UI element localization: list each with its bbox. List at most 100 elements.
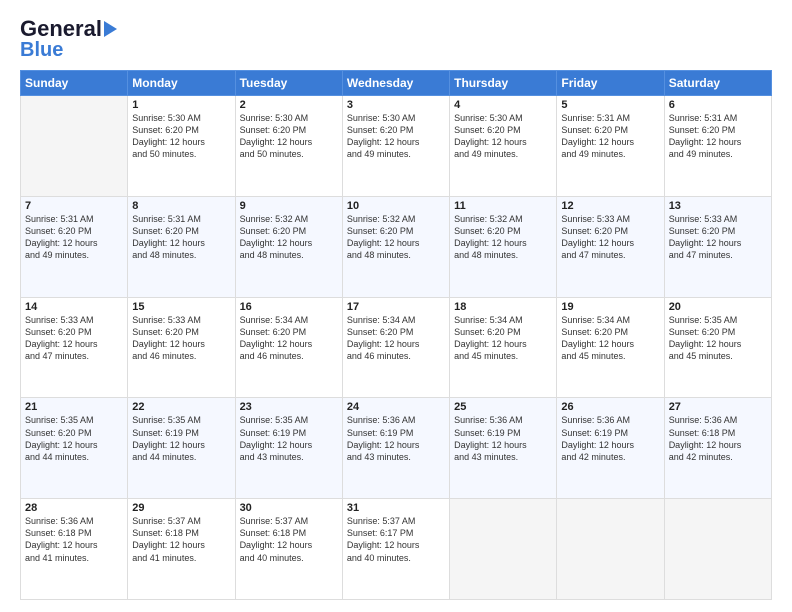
calendar-cell: 19Sunrise: 5:34 AM Sunset: 6:20 PM Dayli…: [557, 297, 664, 398]
day-info: Sunrise: 5:30 AM Sunset: 6:20 PM Dayligh…: [347, 112, 445, 161]
calendar-header-row: SundayMondayTuesdayWednesdayThursdayFrid…: [21, 71, 772, 96]
calendar-week-row: 1Sunrise: 5:30 AM Sunset: 6:20 PM Daylig…: [21, 96, 772, 197]
day-number: 29: [132, 502, 230, 514]
calendar-cell: [21, 96, 128, 197]
day-number: 16: [240, 301, 338, 313]
day-info: Sunrise: 5:32 AM Sunset: 6:20 PM Dayligh…: [240, 213, 338, 262]
day-number: 4: [454, 99, 552, 111]
day-number: 19: [561, 301, 659, 313]
day-info: Sunrise: 5:36 AM Sunset: 6:19 PM Dayligh…: [561, 414, 659, 463]
day-info: Sunrise: 5:37 AM Sunset: 6:18 PM Dayligh…: [240, 515, 338, 564]
calendar-cell: 7Sunrise: 5:31 AM Sunset: 6:20 PM Daylig…: [21, 196, 128, 297]
day-number: 11: [454, 200, 552, 212]
calendar-cell: 13Sunrise: 5:33 AM Sunset: 6:20 PM Dayli…: [664, 196, 771, 297]
day-number: 1: [132, 99, 230, 111]
day-info: Sunrise: 5:33 AM Sunset: 6:20 PM Dayligh…: [561, 213, 659, 262]
calendar-cell: 25Sunrise: 5:36 AM Sunset: 6:19 PM Dayli…: [450, 398, 557, 499]
day-info: Sunrise: 5:34 AM Sunset: 6:20 PM Dayligh…: [347, 314, 445, 363]
calendar-cell: 24Sunrise: 5:36 AM Sunset: 6:19 PM Dayli…: [342, 398, 449, 499]
day-info: Sunrise: 5:31 AM Sunset: 6:20 PM Dayligh…: [25, 213, 123, 262]
calendar-week-row: 7Sunrise: 5:31 AM Sunset: 6:20 PM Daylig…: [21, 196, 772, 297]
calendar-cell: 17Sunrise: 5:34 AM Sunset: 6:20 PM Dayli…: [342, 297, 449, 398]
day-info: Sunrise: 5:34 AM Sunset: 6:20 PM Dayligh…: [454, 314, 552, 363]
calendar-cell: 20Sunrise: 5:35 AM Sunset: 6:20 PM Dayli…: [664, 297, 771, 398]
calendar-cell: 31Sunrise: 5:37 AM Sunset: 6:17 PM Dayli…: [342, 499, 449, 600]
day-info: Sunrise: 5:36 AM Sunset: 6:18 PM Dayligh…: [25, 515, 123, 564]
calendar-cell: 27Sunrise: 5:36 AM Sunset: 6:18 PM Dayli…: [664, 398, 771, 499]
day-number: 6: [669, 99, 767, 111]
day-number: 21: [25, 401, 123, 413]
day-number: 22: [132, 401, 230, 413]
calendar-day-header: Saturday: [664, 71, 771, 96]
day-number: 24: [347, 401, 445, 413]
day-number: 14: [25, 301, 123, 313]
day-info: Sunrise: 5:31 AM Sunset: 6:20 PM Dayligh…: [561, 112, 659, 161]
day-number: 13: [669, 200, 767, 212]
day-number: 25: [454, 401, 552, 413]
day-number: 2: [240, 99, 338, 111]
day-info: Sunrise: 5:36 AM Sunset: 6:19 PM Dayligh…: [454, 414, 552, 463]
calendar-cell: 21Sunrise: 5:35 AM Sunset: 6:20 PM Dayli…: [21, 398, 128, 499]
calendar-cell: [557, 499, 664, 600]
day-number: 10: [347, 200, 445, 212]
day-info: Sunrise: 5:34 AM Sunset: 6:20 PM Dayligh…: [240, 314, 338, 363]
day-info: Sunrise: 5:31 AM Sunset: 6:20 PM Dayligh…: [132, 213, 230, 262]
calendar-cell: 1Sunrise: 5:30 AM Sunset: 6:20 PM Daylig…: [128, 96, 235, 197]
calendar-day-header: Sunday: [21, 71, 128, 96]
day-number: 23: [240, 401, 338, 413]
calendar-table: SundayMondayTuesdayWednesdayThursdayFrid…: [20, 70, 772, 600]
day-info: Sunrise: 5:35 AM Sunset: 6:20 PM Dayligh…: [25, 414, 123, 463]
day-number: 28: [25, 502, 123, 514]
calendar-day-header: Tuesday: [235, 71, 342, 96]
calendar-cell: 14Sunrise: 5:33 AM Sunset: 6:20 PM Dayli…: [21, 297, 128, 398]
day-info: Sunrise: 5:35 AM Sunset: 6:19 PM Dayligh…: [132, 414, 230, 463]
calendar-day-header: Thursday: [450, 71, 557, 96]
day-info: Sunrise: 5:35 AM Sunset: 6:19 PM Dayligh…: [240, 414, 338, 463]
day-number: 18: [454, 301, 552, 313]
day-number: 17: [347, 301, 445, 313]
day-info: Sunrise: 5:32 AM Sunset: 6:20 PM Dayligh…: [347, 213, 445, 262]
calendar-day-header: Wednesday: [342, 71, 449, 96]
calendar-week-row: 28Sunrise: 5:36 AM Sunset: 6:18 PM Dayli…: [21, 499, 772, 600]
calendar-cell: 28Sunrise: 5:36 AM Sunset: 6:18 PM Dayli…: [21, 499, 128, 600]
calendar-cell: 12Sunrise: 5:33 AM Sunset: 6:20 PM Dayli…: [557, 196, 664, 297]
calendar-day-header: Friday: [557, 71, 664, 96]
day-info: Sunrise: 5:34 AM Sunset: 6:20 PM Dayligh…: [561, 314, 659, 363]
calendar-day-header: Monday: [128, 71, 235, 96]
calendar-cell: 16Sunrise: 5:34 AM Sunset: 6:20 PM Dayli…: [235, 297, 342, 398]
day-number: 27: [669, 401, 767, 413]
day-number: 9: [240, 200, 338, 212]
day-info: Sunrise: 5:32 AM Sunset: 6:20 PM Dayligh…: [454, 213, 552, 262]
calendar-cell: 23Sunrise: 5:35 AM Sunset: 6:19 PM Dayli…: [235, 398, 342, 499]
day-info: Sunrise: 5:37 AM Sunset: 6:18 PM Dayligh…: [132, 515, 230, 564]
day-info: Sunrise: 5:33 AM Sunset: 6:20 PM Dayligh…: [669, 213, 767, 262]
calendar-cell: 4Sunrise: 5:30 AM Sunset: 6:20 PM Daylig…: [450, 96, 557, 197]
day-info: Sunrise: 5:35 AM Sunset: 6:20 PM Dayligh…: [669, 314, 767, 363]
day-info: Sunrise: 5:30 AM Sunset: 6:20 PM Dayligh…: [240, 112, 338, 161]
day-number: 15: [132, 301, 230, 313]
calendar-cell: 11Sunrise: 5:32 AM Sunset: 6:20 PM Dayli…: [450, 196, 557, 297]
day-number: 7: [25, 200, 123, 212]
day-number: 12: [561, 200, 659, 212]
calendar-cell: [664, 499, 771, 600]
day-info: Sunrise: 5:33 AM Sunset: 6:20 PM Dayligh…: [25, 314, 123, 363]
calendar-cell: 30Sunrise: 5:37 AM Sunset: 6:18 PM Dayli…: [235, 499, 342, 600]
day-info: Sunrise: 5:37 AM Sunset: 6:17 PM Dayligh…: [347, 515, 445, 564]
logo-blue: Blue: [20, 40, 63, 60]
day-number: 30: [240, 502, 338, 514]
day-number: 31: [347, 502, 445, 514]
calendar-week-row: 21Sunrise: 5:35 AM Sunset: 6:20 PM Dayli…: [21, 398, 772, 499]
calendar-cell: 15Sunrise: 5:33 AM Sunset: 6:20 PM Dayli…: [128, 297, 235, 398]
day-info: Sunrise: 5:30 AM Sunset: 6:20 PM Dayligh…: [132, 112, 230, 161]
calendar-cell: 29Sunrise: 5:37 AM Sunset: 6:18 PM Dayli…: [128, 499, 235, 600]
day-number: 26: [561, 401, 659, 413]
calendar-cell: [450, 499, 557, 600]
calendar-cell: 5Sunrise: 5:31 AM Sunset: 6:20 PM Daylig…: [557, 96, 664, 197]
day-number: 5: [561, 99, 659, 111]
calendar-cell: 22Sunrise: 5:35 AM Sunset: 6:19 PM Dayli…: [128, 398, 235, 499]
day-info: Sunrise: 5:30 AM Sunset: 6:20 PM Dayligh…: [454, 112, 552, 161]
day-number: 20: [669, 301, 767, 313]
calendar-cell: 26Sunrise: 5:36 AM Sunset: 6:19 PM Dayli…: [557, 398, 664, 499]
logo: General Blue: [20, 18, 117, 60]
calendar-cell: 9Sunrise: 5:32 AM Sunset: 6:20 PM Daylig…: [235, 196, 342, 297]
